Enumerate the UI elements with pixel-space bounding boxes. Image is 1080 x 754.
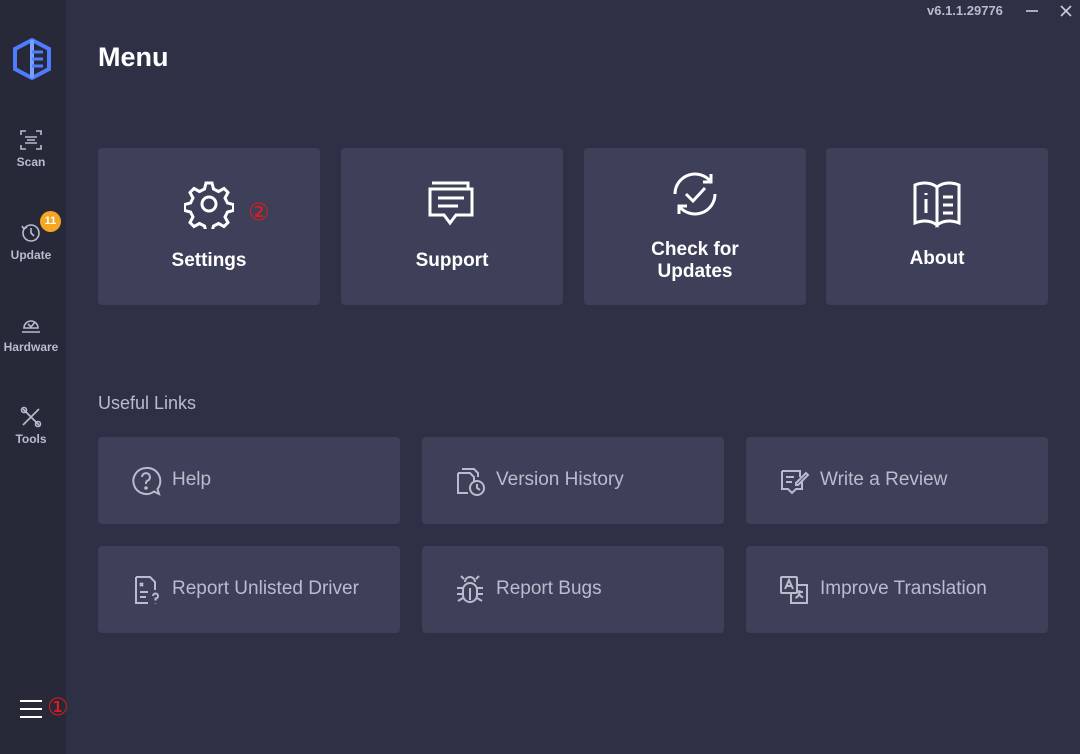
sidebar-item-scan[interactable]: Scan <box>0 128 62 169</box>
section-title-useful-links: Useful Links <box>98 393 197 413</box>
link-label: Version History <box>496 469 624 490</box>
report-bugs-link[interactable]: Report Bugs <box>422 546 724 633</box>
sidebar-item-label: Scan <box>16 155 46 169</box>
tile-label-line2: Updates <box>657 261 733 282</box>
minimize-button[interactable] <box>1019 0 1045 24</box>
help-icon <box>132 466 162 496</box>
sidebar: Scan Update 11 Hardware Tools <box>0 0 66 754</box>
about-tile[interactable]: About <box>826 148 1048 305</box>
bug-icon <box>457 575 483 603</box>
check-updates-tile[interactable]: Check for Updates <box>584 148 806 305</box>
chat-icon <box>428 181 474 226</box>
review-icon <box>781 470 810 495</box>
report-driver-icon <box>135 576 159 604</box>
annotation-marker-2: ② <box>248 198 270 226</box>
link-label: Report Bugs <box>496 578 602 599</box>
update-icon <box>21 224 40 242</box>
annotation-marker-1: ① <box>47 693 69 721</box>
version-history-link[interactable]: Version History <box>422 437 724 524</box>
sidebar-item-tools[interactable]: Tools <box>0 405 62 446</box>
link-label: Write a Review <box>820 469 948 490</box>
tile-label: Support <box>415 250 489 271</box>
hardware-icon <box>22 320 40 333</box>
update-count-badge: 11 <box>40 211 61 232</box>
help-link[interactable]: Help <box>98 437 400 524</box>
report-unlisted-driver-link[interactable]: Report Unlisted Driver <box>98 546 400 633</box>
settings-tile[interactable]: Settings <box>98 148 320 305</box>
improve-translation-link[interactable]: Improve Translation <box>746 546 1048 633</box>
version-history-icon <box>457 468 485 496</box>
close-icon <box>1060 5 1072 17</box>
gear-icon <box>184 181 234 229</box>
link-label: Report Unlisted Driver <box>172 578 359 599</box>
minimize-icon <box>1026 10 1038 12</box>
app-logo-icon <box>13 38 51 80</box>
close-button[interactable] <box>1053 0 1079 24</box>
check-updates-icon <box>673 172 717 216</box>
link-label: Improve Translation <box>820 578 987 599</box>
sidebar-item-update[interactable]: Update 11 <box>0 211 62 262</box>
version-label: v6.1.1.29776 <box>927 3 1003 18</box>
sidebar-item-label: Tools <box>15 432 47 446</box>
sidebar-item-hardware[interactable]: Hardware <box>0 313 62 354</box>
tile-label: Settings <box>171 250 247 271</box>
link-label: Help <box>172 469 212 490</box>
tile-label: About <box>909 248 965 269</box>
support-tile[interactable]: Support <box>341 148 563 305</box>
page-title: Menu <box>98 42 169 72</box>
scan-icon <box>20 130 42 150</box>
write-review-link[interactable]: Write a Review <box>746 437 1048 524</box>
sidebar-item-label: Hardware <box>3 340 59 354</box>
tools-icon <box>20 406 42 428</box>
sidebar-item-label: Update <box>10 248 52 262</box>
info-book-icon <box>913 181 961 228</box>
translate-icon <box>780 576 808 604</box>
hamburger-menu-icon[interactable] <box>19 698 43 720</box>
tile-label-line1: Check for <box>651 239 739 260</box>
